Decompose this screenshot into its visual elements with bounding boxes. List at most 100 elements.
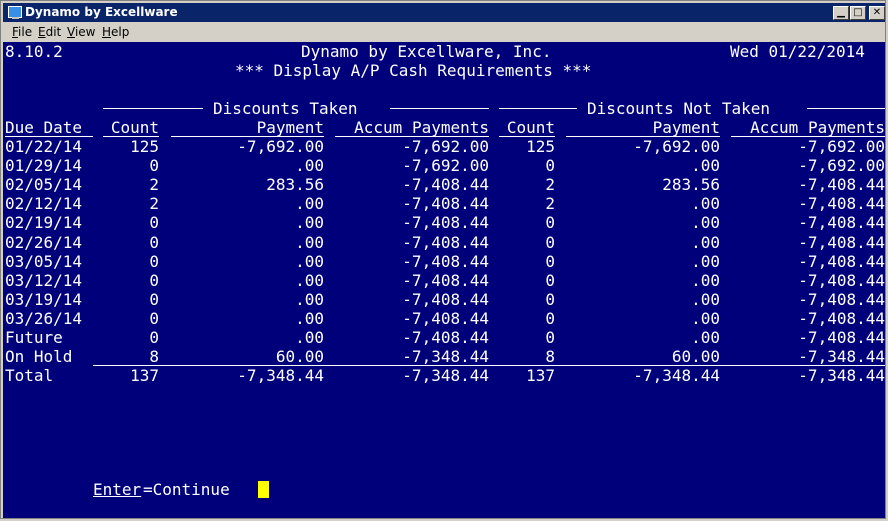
col-count-2: Count [506,118,555,137]
screen-subtitle: *** Display A/P Cash Requirements *** [235,61,592,80]
group-rule [807,108,885,109]
payment-2-cell: .00 [691,232,720,252]
continue-prompt: =Continue [143,480,230,499]
group-discounts-not-taken: Discounts Not Taken [587,99,771,118]
group-discounts-taken: Discounts Taken [213,99,358,118]
maximize-button[interactable]: □ [850,6,866,20]
enter-key-label[interactable]: Enter [93,480,141,499]
payment-cell: .00 [295,308,324,328]
terminal-screen[interactable]: 8.10.2 Dynamo by Excellware, Inc. Wed 01… [3,42,885,518]
count-2-cell: 0 [545,328,555,347]
count-cell: 0 [149,251,159,271]
col-payment: Payment [256,118,324,137]
total-count-2: 137 [526,366,555,385]
total-accum: -7,348.44 [402,366,489,385]
count-cell: 125 [130,137,159,156]
accum-payments-cell: -7,408.44 [402,213,489,233]
due-date-cell: On Hold [5,347,73,367]
payment-cell: .00 [295,328,324,347]
accum-payments-cell: -7,692.00 [402,137,489,156]
count-2-cell: 0 [545,270,555,290]
menu-help-label: Help [102,25,130,39]
due-date-cell: 03/12/14 [5,270,83,290]
column-header-row: Due Date Count Payment Accum Payments Co… [3,118,885,137]
count-cell: 0 [149,289,159,309]
count-2-cell: 125 [526,137,555,156]
total-payment: -7,348.44 [237,366,324,385]
table-row: 03/19/14 0 .00 -7,408.44 0 .00 -7,408.44 [3,290,885,309]
table-row: 01/22/14 125 -7,692.00 -7,692.00 125 -7,692.0… [3,137,885,156]
total-label: Total [5,366,54,385]
accum-payments-cell: -7,408.44 [402,194,489,214]
count-cell: 0 [149,156,159,176]
menu-edit-label: Edit [38,25,62,39]
accum-payments-2-cell: -7,408.44 [798,194,885,214]
table-row: 02/05/14 2 283.56 -7,408.44 2 283.56 -7,408.44 [3,175,885,194]
accum-payments-2-cell: -7,408.44 [798,175,885,195]
due-date-cell: Future [5,328,63,347]
accum-payments-cell: -7,408.44 [402,328,489,347]
payment-cell: .00 [295,156,324,176]
menu-file[interactable]: File [12,25,32,39]
accum-payments-2-cell: -7,348.44 [798,347,885,367]
count-cell: 0 [149,213,159,233]
total-count: 137 [130,366,159,385]
accum-payments-cell: -7,408.44 [402,289,489,309]
due-date-cell: 02/19/14 [5,213,83,233]
table-row: On Hold 8 60.00 -7,348.44 8 60.00 -7,348.44 [3,347,885,366]
count-cell: 0 [149,328,159,347]
count-2-cell: 0 [545,232,555,252]
due-date-cell: 02/05/14 [5,175,83,195]
table-row: 03/26/14 0 .00 -7,408.44 0 .00 -7,408.44 [3,309,885,328]
close-button[interactable]: ✕ [869,6,885,20]
accum-payments-cell: -7,692.00 [402,156,489,176]
payment-2-cell: 60.00 [671,347,720,367]
window-title: Dynamo by Excellware [25,5,178,19]
accum-payments-cell: -7,408.44 [402,175,489,195]
screen-date: Wed 01/22/2014 [730,42,865,61]
table-row: Future 0 .00 -7,408.44 0 .00 -7,408.44 [3,328,885,347]
count-2-cell: 8 [545,347,555,367]
count-cell: 0 [149,270,159,290]
count-2-cell: 0 [545,156,555,176]
table-row: 02/12/14 2 .00 -7,408.44 2 .00 -7,408.44 [3,194,885,213]
payment-cell: .00 [295,251,324,271]
col-payment-2: Payment [652,118,720,137]
payment-2-cell: .00 [691,328,720,347]
menu-help[interactable]: Help [102,25,129,39]
menu-edit[interactable]: Edit [38,25,61,39]
due-date-cell: 01/29/14 [5,156,83,176]
col-due-date: Due Date [5,118,83,137]
text-cursor [258,481,269,498]
count-cell: 0 [149,232,159,252]
accum-payments-cell: -7,408.44 [402,232,489,252]
accum-payments-cell: -7,408.44 [402,308,489,328]
payment-2-cell: 283.56 [662,175,720,195]
due-date-cell: 02/26/14 [5,232,83,252]
payment-cell: -7,692.00 [237,137,324,156]
accum-payments-cell: -7,408.44 [402,270,489,290]
minimize-button[interactable]: ▁ [833,6,849,20]
total-accum-2: -7,348.44 [798,366,885,385]
count-2-cell: 0 [545,308,555,328]
accum-payments-2-cell: -7,408.44 [798,270,885,290]
title-bar[interactable]: Dynamo by Excellware ▁ □ ✕ [3,3,885,22]
menu-bar: File Edit View Help [3,23,885,41]
menu-view[interactable]: View [67,25,95,39]
payment-cell: 60.00 [275,347,324,367]
table-row: 03/05/14 0 .00 -7,408.44 0 .00 -7,408.44 [3,252,885,271]
count-cell: 2 [149,175,159,195]
accum-payments-2-cell: -7,408.44 [798,232,885,252]
col-accum-payments: Accum Payments [354,118,489,137]
company-name: Dynamo by Excellware, Inc. [301,42,552,61]
count-cell: 0 [149,308,159,328]
count-2-cell: 2 [545,194,555,214]
app-window: Dynamo by Excellware ▁ □ ✕ File Edit Vie… [0,0,886,519]
payment-cell: .00 [295,213,324,233]
table-row: 01/29/14 0 .00 -7,692.00 0 .00 -7,692.00 [3,156,885,175]
table-row: 02/19/14 0 .00 -7,408.44 0 .00 -7,408.44 [3,213,885,232]
menu-view-label: View [67,25,96,39]
count-2-cell: 0 [545,289,555,309]
col-count: Count [110,118,159,137]
payment-2-cell: .00 [691,251,720,271]
